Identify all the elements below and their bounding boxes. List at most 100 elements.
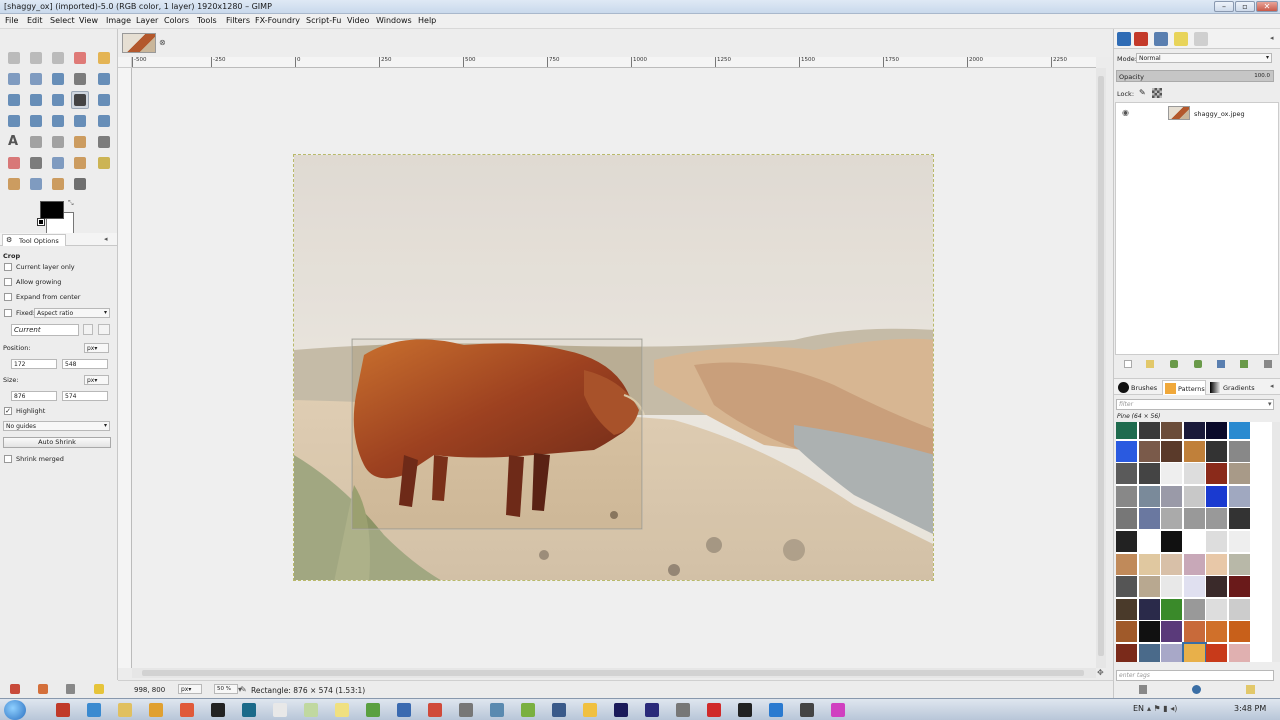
taskbar-app-icon[interactable] [614,703,628,717]
opacity-slider[interactable]: Opacity 100.0 [1116,70,1274,82]
pattern-swatch[interactable] [1183,598,1205,620]
vertical-scrollbar[interactable] [1096,68,1106,668]
close-tab-icon[interactable]: ⊗ [159,38,166,47]
tab-patterns[interactable]: Patterns [1162,380,1206,395]
pattern-swatch[interactable] [1229,576,1250,598]
pattern-swatch[interactable] [1116,576,1137,598]
tool-perspective-clone-button[interactable] [5,175,23,193]
tool-eraser-button[interactable] [5,154,23,172]
pattern-swatch[interactable] [1116,508,1137,530]
new-layer-icon[interactable] [1124,360,1132,368]
tool-shear-button[interactable] [27,112,45,130]
current-layer-only-checkbox[interactable] [4,263,12,271]
position-x-input[interactable]: 172 [11,359,57,369]
pattern-swatch[interactable] [1161,422,1183,439]
pattern-swatch[interactable] [1183,485,1205,507]
pattern-swatch[interactable] [1206,576,1228,598]
menu-item-edit[interactable]: Edit [27,16,43,25]
taskbar-app-icon[interactable] [149,703,163,717]
pattern-swatch[interactable] [1206,644,1228,662]
tool-airbrush-button[interactable] [27,154,45,172]
pattern-swatch[interactable] [1116,440,1137,462]
image-canvas[interactable] [293,154,934,581]
taskbar-app-icon[interactable] [273,703,287,717]
panel-menu-icon[interactable]: ◂ [104,235,108,243]
tool-perspective-button[interactable] [49,112,67,130]
tool-color-select-button[interactable] [95,49,113,67]
tags-input[interactable]: enter tags [1116,670,1274,681]
pattern-swatch[interactable] [1116,485,1137,507]
pattern-filter-input[interactable]: filter [1116,399,1274,410]
tool-foreground-select-button[interactable] [27,70,45,88]
menu-item-colors[interactable]: Colors [164,16,189,25]
tool-crop-button[interactable] [71,91,89,109]
pattern-swatch[interactable] [1183,508,1205,530]
navigate-icon[interactable]: ✥ [1097,668,1107,678]
pattern-swatch[interactable] [1138,644,1160,662]
aspect-ratio-input[interactable]: Current [11,324,79,336]
tool-flip-button[interactable] [71,112,89,130]
pattern-swatch[interactable] [1116,598,1137,620]
language-indicator[interactable]: EN [1133,704,1144,713]
pattern-swatch[interactable] [1206,463,1228,485]
tool-dodge-burn-button[interactable] [71,175,89,193]
position-unit-select[interactable]: px▾ [84,343,109,353]
pattern-swatch[interactable] [1229,598,1250,620]
pattern-swatch[interactable] [1229,508,1250,530]
tool-rotate-button[interactable] [95,91,113,109]
tool-cage-transform-button[interactable] [95,112,113,130]
tool-paths-button[interactable] [49,70,67,88]
lower-layer-icon[interactable] [1194,360,1202,368]
menu-item-filters[interactable]: Filters [226,16,250,25]
tool-pencil-button[interactable] [71,133,89,151]
taskbar-app-icon[interactable] [397,703,411,717]
image-tab-thumbnail[interactable] [122,33,156,53]
tool-rect-select-button[interactable] [5,49,23,67]
panel-menu-icon[interactable]: ◂ [1270,382,1274,390]
unit-select[interactable]: px▾ [178,684,202,694]
pattern-swatch[interactable] [1138,598,1160,620]
size-width-input[interactable]: 876 [11,391,57,401]
menu-item-tools[interactable]: Tools [197,16,217,25]
portrait-button[interactable] [83,324,93,335]
taskbar-app-icon[interactable] [242,703,256,717]
pattern-swatch[interactable] [1206,422,1228,439]
auto-shrink-button[interactable]: Auto Shrink [3,437,111,448]
default-colors-icon[interactable] [37,218,45,226]
zoom-select[interactable]: 50 % [214,684,238,694]
chevron-down-icon[interactable]: ▾ [1268,400,1272,408]
save-options-icon[interactable] [10,684,20,694]
pattern-swatch[interactable] [1161,553,1183,575]
open-pattern-icon[interactable] [1246,685,1255,694]
ruler-corner[interactable] [118,57,132,68]
tool-heal-button[interactable] [95,154,113,172]
pattern-swatch[interactable] [1116,422,1137,439]
taskbar-app-icon[interactable] [459,703,473,717]
pattern-swatch[interactable] [1161,508,1183,530]
tool-measure-button[interactable] [5,91,23,109]
pattern-swatch[interactable] [1229,553,1250,575]
pattern-swatch[interactable] [1116,621,1137,643]
menu-item-file[interactable]: File [5,16,18,25]
tab-channels-icon[interactable] [1194,32,1208,46]
pattern-swatch[interactable] [1183,576,1205,598]
tool-ellipse-select-button[interactable] [27,49,45,67]
tool-fuzzy-select-button[interactable] [71,49,89,67]
duplicate-layer-icon[interactable] [1217,360,1225,368]
new-layer-group-icon[interactable] [1146,360,1154,368]
taskbar-app-icon[interactable] [118,703,132,717]
anchor-layer-icon[interactable] [1240,360,1248,368]
start-button[interactable] [4,700,26,720]
pattern-swatch[interactable] [1116,553,1137,575]
pattern-swatch[interactable] [1138,553,1160,575]
taskbar-app-icon[interactable] [707,703,721,717]
menu-item-fx-foundry[interactable]: FX-Foundry [255,16,300,25]
tab-tool-options[interactable]: ⚙ Tool Options [2,234,66,246]
pattern-swatch[interactable] [1138,463,1160,485]
delete-layer-icon[interactable] [1264,360,1272,368]
pattern-swatch[interactable] [1229,463,1250,485]
pattern-swatch[interactable] [1161,576,1183,598]
pattern-swatch[interactable] [1206,440,1228,462]
tab-navigation-icon[interactable] [1117,32,1131,46]
pattern-swatch[interactable] [1183,621,1205,643]
